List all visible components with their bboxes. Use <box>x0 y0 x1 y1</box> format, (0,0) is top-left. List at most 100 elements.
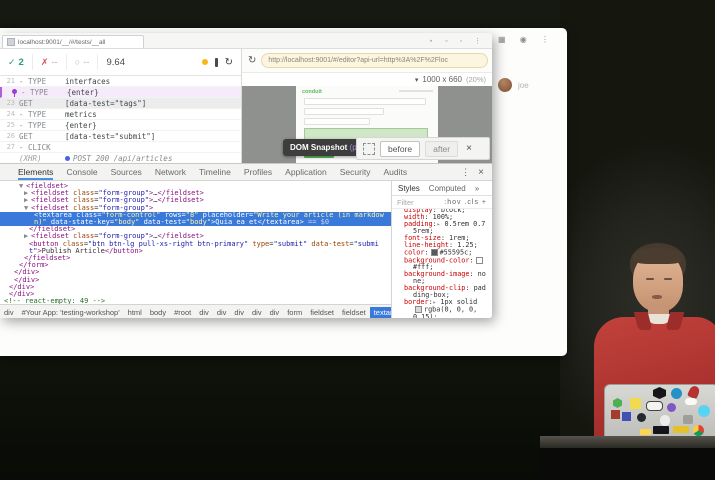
devtools-tab-sources[interactable]: Sources <box>111 164 142 180</box>
tree-node[interactable]: </div> <box>0 277 391 284</box>
breadcrumb-item[interactable]: div <box>230 307 248 318</box>
profile-avatar[interactable] <box>498 78 512 92</box>
devtools-tab-timeline[interactable]: Timeline <box>199 164 231 180</box>
close-snapshot-icon[interactable]: × <box>466 143 472 154</box>
scrubber-icon[interactable] <box>215 58 218 67</box>
breadcrumb-item[interactable]: fieldset <box>338 307 370 318</box>
tree-node[interactable]: </fieldset> <box>0 255 391 262</box>
styles-tab-more[interactable]: » <box>475 184 479 193</box>
breadcrumb-item[interactable]: html <box>124 307 146 318</box>
command-row[interactable]: - TYPE{enter} <box>0 87 241 98</box>
laptop-sticker <box>640 429 651 435</box>
filter-input[interactable]: Filter <box>397 198 440 207</box>
after-button[interactable]: after <box>425 141 458 157</box>
tree-node[interactable]: <textarea class="form-control" rows="8" … <box>0 212 391 226</box>
snapshot-region-icon[interactable] <box>363 143 375 155</box>
viewport-size: 1000 x 660 <box>422 75 462 84</box>
app-brand: conduit <box>302 89 322 95</box>
before-button[interactable]: before <box>380 141 420 157</box>
tree-node[interactable]: </div> <box>0 269 391 276</box>
breadcrumb-item[interactable]: form <box>283 307 306 318</box>
styles-pane: StylesComputed» Filter :hov .cls + displ… <box>391 181 492 318</box>
tab-strip: localhost:9001/__/#/tests/__all ⋆ ▫ ◦ ⋮ <box>0 33 492 49</box>
browser-tab[interactable]: localhost:9001/__/#/tests/__all <box>2 35 144 48</box>
styles-tab-styles[interactable]: Styles <box>398 184 420 193</box>
devtools-tab-audits[interactable]: Audits <box>383 164 407 180</box>
duration-stat: 9.64 <box>98 57 133 68</box>
auto-scroll-dot-icon[interactable] <box>202 59 208 65</box>
breadcrumb-item[interactable]: textarea.form-control <box>370 307 391 318</box>
laptop-sticker <box>698 405 710 417</box>
snapshot-controls: before after × <box>356 137 490 160</box>
styles-tab-bar: Styles Computed » <box>392 181 492 196</box>
check-icon: ✓ <box>8 57 16 68</box>
tree-node[interactable]: </form> <box>0 262 391 269</box>
app-nav-thumb <box>399 90 433 92</box>
breadcrumb-item[interactable]: fieldset <box>306 307 338 318</box>
breadcrumb-item[interactable]: div <box>213 307 231 318</box>
xhr-dot-icon <box>65 156 70 161</box>
laptop-sticker <box>673 426 689 433</box>
tab-title: localhost:9001/__/#/tests/__all <box>18 39 105 46</box>
css-rule[interactable]: padding:▸ 0.5rem 0.75rem; <box>398 221 488 235</box>
favicon-icon <box>7 38 15 46</box>
devtools-tab-application[interactable]: Application <box>285 164 327 180</box>
styles-toggles[interactable]: :hov .cls + <box>444 199 487 206</box>
command-row[interactable]: 23GET[data-test="tags"] <box>0 98 241 109</box>
command-list: 21- TYPEinterfaces- TYPE{enter}23GET[dat… <box>0 76 241 164</box>
laptop-sticker <box>611 410 620 419</box>
url-display[interactable]: http://localhost:9001/#/editor?api-url=h… <box>261 53 488 68</box>
breadcrumb-item[interactable]: div <box>0 307 18 318</box>
laptop-sticker <box>683 415 693 424</box>
field-thumb <box>304 98 426 105</box>
devtools-menu-icon[interactable]: ⋮ <box>455 167 476 178</box>
css-rule[interactable]: border:▸ 1px solid rgba(0, 0, 0, 0.15); <box>398 299 488 318</box>
presenter-eye-left <box>646 278 654 280</box>
breadcrumb-item[interactable]: div <box>195 307 213 318</box>
breadcrumb-item[interactable]: #Your App: 'testing-workshop' <box>18 307 124 318</box>
devtools-tab-profiles[interactable]: Profiles <box>244 164 272 180</box>
devtools-close-icon[interactable]: × <box>476 167 492 178</box>
color-swatch-icon <box>476 257 483 264</box>
reload-icon[interactable]: ↻ <box>248 55 256 66</box>
devtools-tab-bar: Elements Console Sources Network Timeline Pro… <box>0 164 492 181</box>
viewport-caret-icon[interactable]: ▾ <box>415 76 419 84</box>
styles-tab-computed[interactable]: Computed <box>429 184 466 193</box>
elements-tree: ▼<fieldset>▶<fieldset class="form-group"… <box>0 181 391 304</box>
tree-node[interactable]: <button class="btn btn-lg pull-xs-right … <box>0 241 391 255</box>
command-row[interactable]: 26GET[data-test="submit"] <box>0 131 241 142</box>
preview-toolbar: ↻ http://localhost:9001/#/editor?api-url… <box>242 49 492 73</box>
css-rule[interactable]: background-clip: padding-box; <box>398 285 488 299</box>
devtools-panel: Elements Console Sources Network Timeline Pro… <box>0 163 492 318</box>
laptop-sticker <box>622 412 631 421</box>
breadcrumb-item[interactable]: body <box>146 307 170 318</box>
restart-tests-icon[interactable]: ↻ <box>225 57 233 68</box>
laptop-lid <box>604 384 715 440</box>
presenter-mouth <box>652 295 662 299</box>
command-row[interactable]: 27- CLICK <box>0 142 241 153</box>
app-preview-pane: ↻ http://localhost:9001/#/editor?api-url… <box>242 49 492 163</box>
presenter-hairline <box>633 248 683 264</box>
laptop-sticker <box>646 401 663 411</box>
command-row[interactable]: 24- TYPEmetrics <box>0 109 241 120</box>
breadcrumb-item[interactable]: div <box>248 307 266 318</box>
breadcrumb-item[interactable]: div <box>266 307 284 318</box>
css-rule[interactable]: background-image: none; <box>398 271 488 285</box>
devtools-tab-elements[interactable]: Elements <box>18 164 53 180</box>
window-action-icons[interactable]: ⋆ ▫ ◦ ⋮ <box>429 37 486 45</box>
devtools-tab-console[interactable]: Console <box>66 164 97 180</box>
pending-stat: ○ -- <box>67 54 99 70</box>
laptop-sticker <box>671 388 682 399</box>
cypress-command-log: ✓ 2 ✗ -- ○ -- 9.64 ↻ 21- TYPEinterfaces-… <box>0 49 242 163</box>
breadcrumb-item[interactable]: #root <box>170 307 195 318</box>
tree-node[interactable]: </div> <box>0 284 391 291</box>
pin-icon <box>12 89 17 94</box>
field-thumb <box>304 108 384 115</box>
laptop-sticker <box>693 425 704 436</box>
css-rule[interactable]: background-color:#fff; <box>398 257 488 272</box>
laptop-sticker <box>653 426 669 434</box>
command-row[interactable]: 25- TYPE{enter} <box>0 120 241 131</box>
command-row[interactable]: 21- TYPEinterfaces <box>0 76 241 87</box>
devtools-tab-security[interactable]: Security <box>340 164 371 180</box>
devtools-tab-network[interactable]: Network <box>155 164 186 180</box>
